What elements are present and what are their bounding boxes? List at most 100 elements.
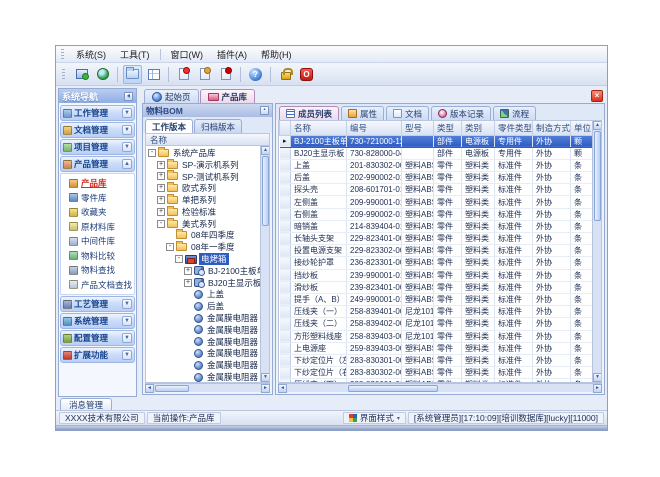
sidebar-item-零件库[interactable]: 零件库: [61, 191, 134, 206]
collapse-icon[interactable]: -: [166, 243, 174, 251]
row-selector[interactable]: [280, 184, 291, 196]
sidebar-item-原材料库[interactable]: 原材料库: [61, 220, 134, 235]
sidebar-item-中间件库[interactable]: 中间件库: [61, 234, 134, 249]
scroll-up-icon[interactable]: ▲: [593, 121, 602, 130]
row-selector[interactable]: [280, 233, 291, 245]
ui-style-dropdown[interactable]: 界面样式 ▾: [343, 412, 406, 424]
row-selector[interactable]: [280, 342, 291, 354]
table-row[interactable]: 接纱轮护罩236-823301-00E塑料ABS零件塑料类标准件外协条: [280, 257, 593, 269]
tree-node[interactable]: +金属膜电阻器: [146, 336, 260, 348]
sidebar-item-物料比较[interactable]: 物料比较: [61, 249, 134, 264]
menu-item-2[interactable]: 窗口(W): [164, 47, 211, 62]
member-tab-属性[interactable]: 属性: [341, 106, 384, 120]
toolbar-button-lock[interactable]: [276, 65, 295, 84]
toolbar-button-doc-sync[interactable]: [195, 65, 214, 84]
row-selector[interactable]: [280, 318, 291, 330]
sidebar-section-产品管理[interactable]: 产品管理▲: [60, 156, 135, 172]
sidebar-item-产品库[interactable]: 产品库: [61, 176, 134, 191]
expand-icon[interactable]: +: [184, 267, 192, 275]
column-header-编号[interactable]: 编号: [347, 121, 402, 135]
row-selector[interactable]: [280, 196, 291, 208]
expand-icon[interactable]: +: [157, 161, 165, 169]
collapse-icon[interactable]: -: [157, 220, 165, 228]
scroll-left-icon[interactable]: ◄: [278, 384, 287, 393]
member-tab-成员列表[interactable]: 成员列表: [279, 106, 339, 120]
sidebar-section-扩展功能[interactable]: 扩展功能▼: [60, 347, 135, 363]
row-selector[interactable]: [280, 379, 291, 382]
bom-tab-归档版本[interactable]: 归档版本: [194, 119, 242, 133]
table-row[interactable]: 滑纱板239-823401-00E塑料ABS零件塑料类标准件外协条: [280, 281, 593, 293]
table-row[interactable]: BJ20主显示板730-828000-04E部件电源板专用件外协颗: [280, 147, 593, 159]
row-selector[interactable]: [280, 208, 291, 220]
scroll-thumb[interactable]: [348, 385, 438, 392]
tree-node[interactable]: +金属膜电阻器: [146, 324, 260, 336]
column-header-制造方式[interactable]: 制造方式: [533, 121, 571, 135]
column-header-类别[interactable]: 类别: [462, 121, 495, 135]
table-row[interactable]: ▸BJ-2100主板单点730-721000-12E部件电源板专用件外协颗: [280, 135, 593, 147]
row-selector[interactable]: [280, 354, 291, 366]
sidebar-item-产品文档查找[interactable]: 产品文档查找: [61, 278, 134, 293]
table-row[interactable]: 投置电源支架229-823302-00E塑料ABS零件塑料类标准件外协条: [280, 245, 593, 257]
table-row[interactable]: 右侧盖209-990002-01E塑料ABS零件塑料类标准件外协条: [280, 208, 593, 220]
chevron-up-icon[interactable]: ▲: [122, 159, 132, 169]
sidebar-section-项目管理[interactable]: 项目管理▼: [60, 139, 135, 155]
toolbar-button-monitor[interactable]: [72, 65, 91, 84]
sidebar-section-系统管理[interactable]: 系统管理▼: [60, 313, 135, 329]
tree-node[interactable]: +SP-测试机系列: [146, 171, 260, 183]
expand-icon[interactable]: +: [157, 208, 165, 216]
toolbar-button-doc-add[interactable]: [174, 65, 193, 84]
row-selector[interactable]: [280, 257, 291, 269]
tree-vertical-scrollbar[interactable]: ▲ ▼: [260, 146, 269, 382]
row-selector[interactable]: [280, 281, 291, 293]
table-row[interactable]: 挡纱板239-990001-01E塑料ABS零件塑料类标准件外协条: [280, 269, 593, 281]
message-manager-tab[interactable]: 消息管理: [60, 398, 112, 410]
scroll-down-icon[interactable]: ▼: [593, 373, 602, 382]
sidebar-item-收藏夹[interactable]: 收藏夹: [61, 205, 134, 220]
sidebar-section-文档管理[interactable]: 文档管理▼: [60, 122, 135, 138]
tree-node[interactable]: +08年四季度: [146, 230, 260, 242]
table-row[interactable]: 下纱定位片（右）283-830302-00E塑料ABS零件塑料类标准件外协条: [280, 367, 593, 379]
collapse-icon[interactable]: -: [175, 255, 183, 263]
row-selector[interactable]: [280, 330, 291, 342]
tree-node[interactable]: +BJ-2100主板单点: [146, 265, 260, 277]
close-tab-icon[interactable]: ×: [591, 90, 603, 102]
sidebar-section-工作管理[interactable]: 工作管理▼: [60, 105, 135, 121]
toolbar-button-folder[interactable]: [123, 65, 142, 84]
column-header-单位[interactable]: 单位: [571, 121, 593, 135]
bom-tab-工作版本[interactable]: 工作版本: [145, 119, 193, 133]
row-selector[interactable]: [280, 367, 291, 379]
menu-item-4[interactable]: 帮助(H): [254, 47, 299, 62]
expand-icon[interactable]: +: [157, 184, 165, 192]
table-horizontal-scrollbar[interactable]: ◄ ►: [278, 383, 602, 392]
tree-node[interactable]: +欧式系列: [146, 182, 260, 194]
tree-node[interactable]: +金属膜电阻器: [146, 371, 260, 382]
tree-node[interactable]: +金属膜电阻器: [146, 348, 260, 360]
tree-node[interactable]: +后盖: [146, 300, 260, 312]
pin-icon[interactable]: ▪: [260, 106, 269, 115]
scroll-down-icon[interactable]: ▼: [261, 373, 270, 382]
row-selector[interactable]: [280, 220, 291, 232]
table-row[interactable]: 后盖202-990002-01E塑料ABS零件塑料类标准件外协条: [280, 172, 593, 184]
row-selector[interactable]: [280, 172, 291, 184]
scroll-thumb[interactable]: [594, 131, 601, 221]
scroll-up-icon[interactable]: ▲: [261, 146, 270, 155]
sidebar-collapse-icon[interactable]: ◂: [124, 92, 133, 101]
table-row[interactable]: 压线夹（二）258-839402-00E尼龙1010零件塑料类标准件外协条: [280, 318, 593, 330]
tree-node[interactable]: +检验标准: [146, 206, 260, 218]
tree-node[interactable]: -08年一季度: [146, 241, 260, 253]
table-row[interactable]: 上电源座259-839403-00E塑料ABS零件塑料类标准件外协条: [280, 342, 593, 354]
chevron-down-icon[interactable]: ▼: [122, 350, 132, 360]
menu-item-3[interactable]: 插件(A): [210, 47, 254, 62]
scroll-thumb[interactable]: [262, 156, 269, 226]
expand-icon[interactable]: +: [157, 196, 165, 204]
expand-icon[interactable]: +: [157, 172, 165, 180]
menu-item-0[interactable]: 系统(S): [69, 47, 113, 62]
tree-node[interactable]: +BJ20主显示板: [146, 277, 260, 289]
chevron-down-icon[interactable]: ▼: [122, 299, 132, 309]
menu-item-1[interactable]: 工具(T): [113, 47, 157, 62]
sidebar-section-工艺管理[interactable]: 工艺管理▼: [60, 296, 135, 312]
table-row[interactable]: 左侧盖209-990001-01E塑料ABS零件塑料类标准件外协条: [280, 196, 593, 208]
column-header-类型[interactable]: 类型: [434, 121, 462, 135]
row-selector[interactable]: ▸: [280, 135, 291, 147]
chevron-down-icon[interactable]: ▼: [122, 125, 132, 135]
